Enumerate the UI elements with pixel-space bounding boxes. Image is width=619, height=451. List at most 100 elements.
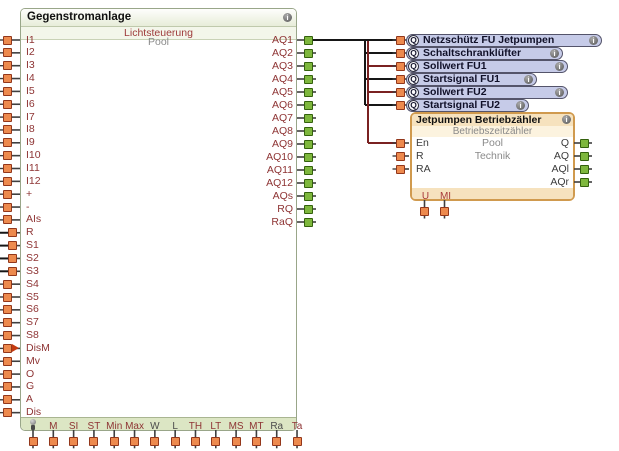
input-port-A[interactable] <box>3 395 12 404</box>
input-port-I4[interactable] <box>3 74 12 83</box>
bottom-port-SI[interactable] <box>69 437 78 446</box>
bottom-port-Max[interactable] <box>130 437 139 446</box>
input-port-I12[interactable] <box>3 177 12 186</box>
input-label-I9: I9 <box>26 137 35 148</box>
input-port-S4[interactable] <box>3 280 12 289</box>
dism-arrow-icon <box>12 344 19 352</box>
bottom-port-bulb[interactable] <box>29 437 38 446</box>
counter-input-port-En[interactable] <box>396 139 405 148</box>
output-port-AQ6[interactable] <box>304 101 313 110</box>
bottom-port-Min[interactable] <box>110 437 119 446</box>
input-label-AIs: AIs <box>26 214 41 225</box>
input-label-I10: I10 <box>26 150 41 161</box>
input-port-Dis[interactable] <box>3 408 12 417</box>
input-port-Mv[interactable] <box>3 357 12 366</box>
bottom-port-L[interactable] <box>171 437 180 446</box>
output-connector-block[interactable]: QNetzschütz FU Jetpumpeni <box>406 34 602 47</box>
bottom-port-M[interactable] <box>49 437 58 446</box>
output-port-AQ10[interactable] <box>304 153 313 162</box>
connector-input-port[interactable] <box>396 36 405 45</box>
input-port-I8[interactable] <box>3 125 12 134</box>
info-icon[interactable]: i <box>550 49 559 58</box>
output-label-AQ7: AQ7 <box>200 113 293 124</box>
connector-input-port[interactable] <box>396 75 405 84</box>
bottom-port-ST[interactable] <box>89 437 98 446</box>
input-port-S7[interactable] <box>3 318 12 327</box>
output-port-AQ12[interactable] <box>304 179 313 188</box>
output-port-AQ5[interactable] <box>304 88 313 97</box>
input-label-S3: S3 <box>26 266 39 277</box>
input-label-Dis: Dis <box>26 407 41 418</box>
output-port-RQ[interactable] <box>304 205 313 214</box>
bottom-port-MS[interactable] <box>232 437 241 446</box>
output-port-RaQ[interactable] <box>304 218 313 227</box>
counter-bottom-port-U[interactable] <box>420 207 429 216</box>
bottom-port-LT[interactable] <box>211 437 220 446</box>
q-port-badge: Q <box>408 100 419 111</box>
output-connector-block[interactable]: QSchaltschranklüfteri <box>406 47 563 60</box>
counter-input-port-RA[interactable] <box>396 165 405 174</box>
input-label-S5: S5 <box>26 292 39 303</box>
input-port-S2[interactable] <box>8 254 17 263</box>
input-port-S1[interactable] <box>8 241 17 250</box>
input-port-S6[interactable] <box>3 305 12 314</box>
output-port-AQ9[interactable] <box>304 140 313 149</box>
input-port-I9[interactable] <box>3 138 12 147</box>
output-port-AQ3[interactable] <box>304 62 313 71</box>
input-port-S3[interactable] <box>8 267 17 276</box>
counter-output-port-Q[interactable] <box>580 139 589 148</box>
output-port-AQ7[interactable] <box>304 114 313 123</box>
input-port-O[interactable] <box>3 370 12 379</box>
info-icon[interactable]: i <box>555 88 564 97</box>
input-port-I7[interactable] <box>3 113 12 122</box>
input-port-+[interactable] <box>3 190 12 199</box>
connector-input-port[interactable] <box>396 49 405 58</box>
info-icon[interactable]: i <box>524 75 533 84</box>
output-connector-block[interactable]: QSollwert FU1i <box>406 60 568 73</box>
input-port-I2[interactable] <box>3 48 12 57</box>
info-icon[interactable]: i <box>555 62 564 71</box>
input-port-I1[interactable] <box>3 36 12 45</box>
input-port-I11[interactable] <box>3 164 12 173</box>
input-label-S6: S6 <box>26 304 39 315</box>
connector-input-port[interactable] <box>396 88 405 97</box>
output-connector-block[interactable]: QSollwert FU2i <box>406 86 568 99</box>
input-port-I5[interactable] <box>3 87 12 96</box>
input-port-G[interactable] <box>3 382 12 391</box>
input-port-S8[interactable] <box>3 331 12 340</box>
output-connector-block[interactable]: QStartsignal FU2i <box>406 99 529 112</box>
bottom-port-W[interactable] <box>150 437 159 446</box>
counter-output-port-AQl[interactable] <box>580 165 589 174</box>
counter-output-port-AQ[interactable] <box>580 152 589 161</box>
output-port-AQs[interactable] <box>304 192 313 201</box>
input-port-AIs[interactable] <box>3 215 12 224</box>
counter-bottom-label-U: U <box>418 191 434 202</box>
output-port-AQ4[interactable] <box>304 75 313 84</box>
output-port-AQ1[interactable] <box>304 36 313 45</box>
counter-output-port-AQr[interactable] <box>580 178 589 187</box>
input-port--[interactable] <box>3 203 12 212</box>
output-port-AQ11[interactable] <box>304 166 313 175</box>
connector-input-port[interactable] <box>396 62 405 71</box>
bottom-port-Ta[interactable] <box>293 437 302 446</box>
counter-input-label-R: R <box>416 151 424 162</box>
counter-bottom-port-MI[interactable] <box>440 207 449 216</box>
input-port-DisM[interactable] <box>3 344 12 353</box>
info-icon[interactable]: i <box>516 101 525 110</box>
output-connector-block[interactable]: QStartsignal FU1i <box>406 73 537 86</box>
bottom-port-Ra[interactable] <box>272 437 281 446</box>
bottom-port-MT[interactable] <box>252 437 261 446</box>
input-port-I6[interactable] <box>3 100 12 109</box>
input-label-I3: I3 <box>26 60 35 71</box>
output-port-AQ8[interactable] <box>304 127 313 136</box>
input-port-R[interactable] <box>8 228 17 237</box>
input-port-I10[interactable] <box>3 151 12 160</box>
counter-input-port-R[interactable] <box>396 152 405 161</box>
output-port-AQ2[interactable] <box>304 49 313 58</box>
q-port-badge: Q <box>408 87 419 98</box>
input-port-S5[interactable] <box>3 293 12 302</box>
bottom-port-TH[interactable] <box>191 437 200 446</box>
info-icon[interactable]: i <box>589 36 598 45</box>
connector-input-port[interactable] <box>396 101 405 110</box>
input-port-I3[interactable] <box>3 61 12 70</box>
